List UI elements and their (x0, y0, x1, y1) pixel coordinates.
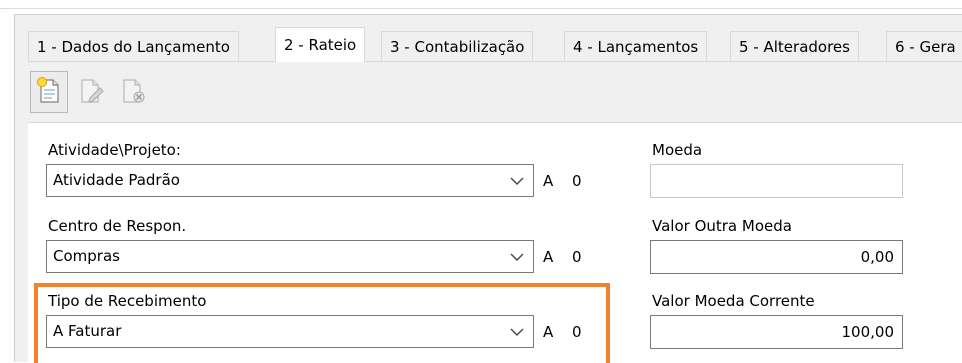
tab-label: 5 - Alteradores (739, 38, 850, 56)
delete-document-icon (120, 76, 146, 108)
edit-document-icon (78, 76, 104, 108)
centro-select[interactable]: Compras (46, 240, 534, 273)
atividade-letter: A (543, 172, 554, 190)
valor-moeda-corrente-label: Valor Moeda Corrente (652, 292, 815, 310)
chevron-down-icon (509, 173, 525, 189)
edit-button[interactable] (72, 71, 110, 113)
tab-label: 2 - Rateio (284, 36, 357, 54)
valor-moeda-corrente-value: 100,00 (841, 323, 895, 341)
tab-label: 1 - Dados do Lançamento (37, 38, 230, 56)
valor-moeda-corrente-field[interactable]: 100,00 (650, 315, 903, 349)
centro-value: Compras (53, 247, 120, 265)
tab-rateio[interactable]: 2 - Rateio (275, 27, 366, 62)
tab-dados-lancamento[interactable]: 1 - Dados do Lançamento (28, 31, 239, 61)
centro-letter: A (543, 248, 554, 266)
top-divider (0, 8, 962, 9)
new-document-icon (36, 76, 62, 108)
atividade-label: Atividade\Projeto: (48, 141, 181, 159)
tab-strip: 1 - Dados do Lançamento 2 - Rateio 3 - C… (28, 27, 962, 62)
moeda-label: Moeda (652, 141, 703, 159)
atividade-select[interactable]: Atividade Padrão (46, 164, 534, 197)
tab-label: 6 - Gera (895, 38, 956, 56)
moeda-field[interactable] (650, 164, 903, 198)
centro-count: 0 (572, 248, 582, 266)
tab-label: 4 - Lançamentos (573, 38, 699, 56)
tab-gera[interactable]: 6 - Gera (886, 31, 962, 61)
tab-label: 3 - Contabilização (390, 38, 525, 56)
centro-label: Centro de Respon. (48, 217, 187, 235)
tab-contabilizacao[interactable]: 3 - Contabilização (381, 31, 534, 61)
chevron-down-icon (509, 249, 525, 265)
new-button[interactable] (30, 71, 68, 113)
valor-outra-moeda-value: 0,00 (860, 248, 894, 266)
atividade-count: 0 (572, 172, 582, 190)
delete-button[interactable] (114, 71, 152, 113)
tab-alteradores[interactable]: 5 - Alteradores (730, 31, 859, 61)
tab-lancamentos[interactable]: 4 - Lançamentos (564, 31, 708, 61)
atividade-value: Atividade Padrão (53, 171, 180, 189)
valor-outra-moeda-field[interactable]: 0,00 (650, 240, 903, 274)
highlight-box (34, 283, 610, 363)
valor-outra-moeda-label: Valor Outra Moeda (652, 217, 792, 235)
